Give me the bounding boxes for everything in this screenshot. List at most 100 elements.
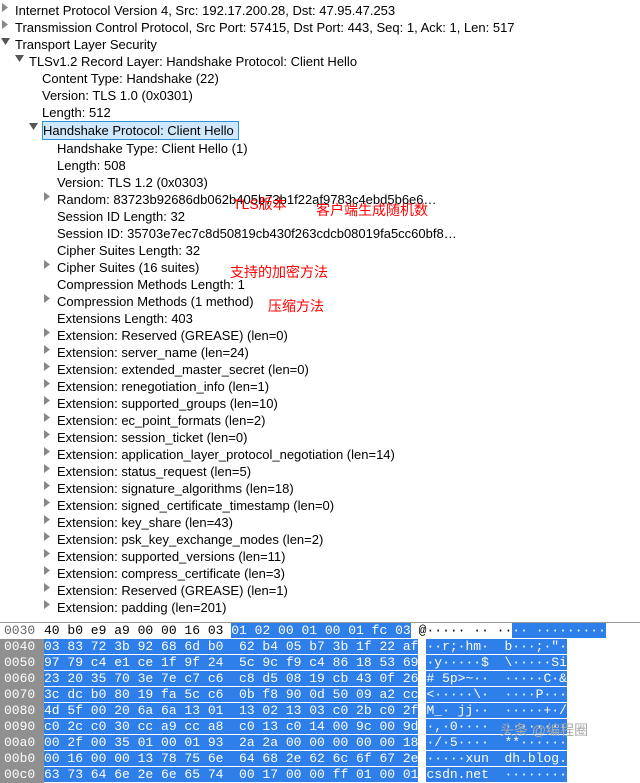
hex-row[interactable]: 005097 79 c4 e1 ce 1f 9f 24 5c 9c f9 c4 … [0,655,640,671]
hex-ascii: <·····\· ····P··· [426,687,566,703]
chevron-right-icon[interactable] [42,514,53,525]
hex-bytes: 63 73 64 6e 2e 6e 65 74 00 17 00 00 ff 0… [44,767,418,783]
chevron-right-icon[interactable] [42,327,53,338]
tree-item[interactable]: Extension: application_layer_protocol_ne… [0,446,640,463]
hex-offset: 0040 [0,639,44,655]
tree-item[interactable]: Extension: key_share (len=43) [0,514,640,531]
tree-item[interactable]: Extension: extended_master_secret (len=0… [0,361,640,378]
chevron-right-icon[interactable] [42,361,53,372]
tree-item[interactable]: Extension: server_name (len=24) [0,344,640,361]
tree-item[interactable]: Session ID: 35703e7ec7c8d50819cb430f263c… [0,225,640,242]
hex-ascii: ·y·····$ \·····Si [426,655,566,671]
tree-item[interactable]: Compression Methods Length: 1 [0,276,640,293]
tree-label: Cipher Suites (16 suites) [42,259,199,276]
tree-item[interactable]: Transmission Control Protocol, Src Port:… [0,19,640,36]
tree-label: Extension: psk_key_exchange_modes (len=2… [42,531,323,548]
hex-row[interactable]: 00804d 5f 00 20 6a 6a 13 01 13 02 13 03 … [0,703,640,719]
tree-item[interactable]: Extension: signed_certificate_timestamp … [0,497,640,514]
tree-label: Extension: extended_master_secret (len=0… [42,361,309,378]
tree-item[interactable]: Extension: renegotiation_info (len=1) [0,378,640,395]
tree-label: Internet Protocol Version 4, Src: 192.17… [0,2,395,19]
tree-label: Extension: server_name (len=24) [42,344,249,361]
tree-label: Extensions Length: 403 [42,310,193,327]
tree-label: Version: TLS 1.0 (0x0301) [42,87,193,104]
hex-row[interactable]: 00a000 2f 00 35 01 00 01 93 2a 2a 00 00 … [0,735,640,751]
hex-ascii: @····· ·· ···· ········· [419,623,606,639]
hex-ascii: ·,·0···· ········ [426,719,566,735]
tree-item[interactable]: Version: TLS 1.0 (0x0301) [0,87,640,104]
tree-item[interactable]: Extension: padding (len=201) [0,599,640,616]
tree-label: Extension: supported_versions (len=11) [42,548,285,565]
hex-ascii: ··r;·hm· b···;·"· [426,639,566,655]
chevron-right-icon[interactable] [42,378,53,389]
tree-label: Extension: key_share (len=43) [42,514,233,531]
chevron-right-icon[interactable] [42,429,53,440]
tree-item[interactable]: Random: 83723b92686db062b405b73b1f22af97… [0,191,640,208]
hex-row[interactable]: 00c063 73 64 6e 2e 6e 65 74 00 17 00 00 … [0,767,640,783]
tree-item[interactable]: Transport Layer Security [0,36,640,53]
tree-item[interactable]: Extension: ec_point_formats (len=2) [0,412,640,429]
tree-label: Extension: supported_groups (len=10) [42,395,278,412]
tree-item[interactable]: Extension: supported_versions (len=11) [0,548,640,565]
tree-item[interactable]: Extension: Reserved (GREASE) (len=1) [0,582,640,599]
tree-label: Content Type: Handshake (22) [42,70,219,87]
tree-item[interactable]: Cipher Suites (16 suites) [0,259,640,276]
tree-item[interactable]: TLSv1.2 Record Layer: Handshake Protocol… [0,53,640,70]
hex-offset: 0080 [0,703,44,719]
chevron-right-icon[interactable] [42,531,53,542]
chevron-right-icon[interactable] [42,463,53,474]
hex-ascii: ·/·5···· **······ [426,735,566,751]
tree-item[interactable]: Cipher Suites Length: 32 [0,242,640,259]
tree-item[interactable]: Compression Methods (1 method) [0,293,640,310]
chevron-right-icon[interactable] [42,412,53,423]
tree-label: Random: 83723b92686db062b405b73b1f22af97… [42,191,437,208]
chevron-right-icon[interactable] [42,344,53,355]
tree-item[interactable]: Extension: compress_certificate (len=3) [0,565,640,582]
tree-item[interactable]: Session ID Length: 32 [0,208,640,225]
chevron-right-icon[interactable] [0,19,11,30]
hex-row[interactable]: 003040 b0 e9 a9 00 00 16 03 01 02 00 01 … [0,623,640,639]
chevron-down-icon[interactable] [0,36,11,47]
chevron-right-icon[interactable] [42,497,53,508]
tree-label: Extension: compress_certificate (len=3) [42,565,285,582]
tree-label: Transport Layer Security [0,36,157,53]
chevron-right-icon[interactable] [42,191,53,202]
hex-dump-pane[interactable]: 003040 b0 e9 a9 00 00 16 03 01 02 00 01 … [0,622,640,783]
tree-item[interactable]: Extension: signature_algorithms (len=18) [0,480,640,497]
chevron-right-icon[interactable] [42,259,53,270]
hex-row[interactable]: 006023 20 35 70 3e 7e c7 c6 c8 d5 08 19 … [0,671,640,687]
hex-row[interactable]: 0090c0 2c c0 30 cc a9 cc a8 c0 13 c0 14 … [0,719,640,735]
tree-item[interactable]: Extension: supported_groups (len=10) [0,395,640,412]
chevron-right-icon[interactable] [42,599,53,610]
chevron-right-icon[interactable] [42,582,53,593]
tree-label: Transmission Control Protocol, Src Port:… [0,19,515,36]
chevron-right-icon[interactable] [42,293,53,304]
tree-item[interactable]: Extension: psk_key_exchange_modes (len=2… [0,531,640,548]
tree-item[interactable]: Internet Protocol Version 4, Src: 192.17… [0,2,640,19]
chevron-right-icon[interactable] [42,548,53,559]
chevron-down-icon[interactable] [14,53,25,64]
hex-row[interactable]: 00703c dc b0 80 19 fa 5c c6 0b f8 90 0d … [0,687,640,703]
tree-item-selected[interactable]: Handshake Protocol: Client Hello [0,121,640,140]
chevron-down-icon[interactable] [28,121,39,132]
hex-bytes: c0 2c c0 30 cc a9 cc a8 c0 13 c0 14 00 9… [44,719,418,735]
tree-item[interactable]: Content Type: Handshake (22) [0,70,640,87]
tree-item[interactable]: Extensions Length: 403 [0,310,640,327]
tree-item[interactable]: Extension: session_ticket (len=0) [0,429,640,446]
tree-item[interactable]: Version: TLS 1.2 (0x0303) [0,174,640,191]
tree-item[interactable]: Handshake Type: Client Hello (1) [0,140,640,157]
tree-label: Extension: renegotiation_info (len=1) [42,378,269,395]
tree-item[interactable]: Length: 512 [0,104,640,121]
chevron-right-icon[interactable] [42,395,53,406]
tree-label: Compression Methods Length: 1 [42,276,245,293]
hex-row[interactable]: 004003 83 72 3b 92 68 6d b0 62 b4 05 b7 … [0,639,640,655]
tree-item[interactable]: Extension: Reserved (GREASE) (len=0) [0,327,640,344]
chevron-right-icon[interactable] [0,2,11,13]
tree-item[interactable]: Extension: status_request (len=5) [0,463,640,480]
chevron-right-icon[interactable] [42,565,53,576]
chevron-right-icon[interactable] [42,480,53,491]
hex-bytes: 00 2f 00 35 01 00 01 93 2a 2a 00 00 00 0… [44,735,418,751]
chevron-right-icon[interactable] [42,446,53,457]
tree-item[interactable]: Length: 508 [0,157,640,174]
hex-row[interactable]: 00b000 16 00 00 13 78 75 6e 64 68 2e 62 … [0,751,640,767]
